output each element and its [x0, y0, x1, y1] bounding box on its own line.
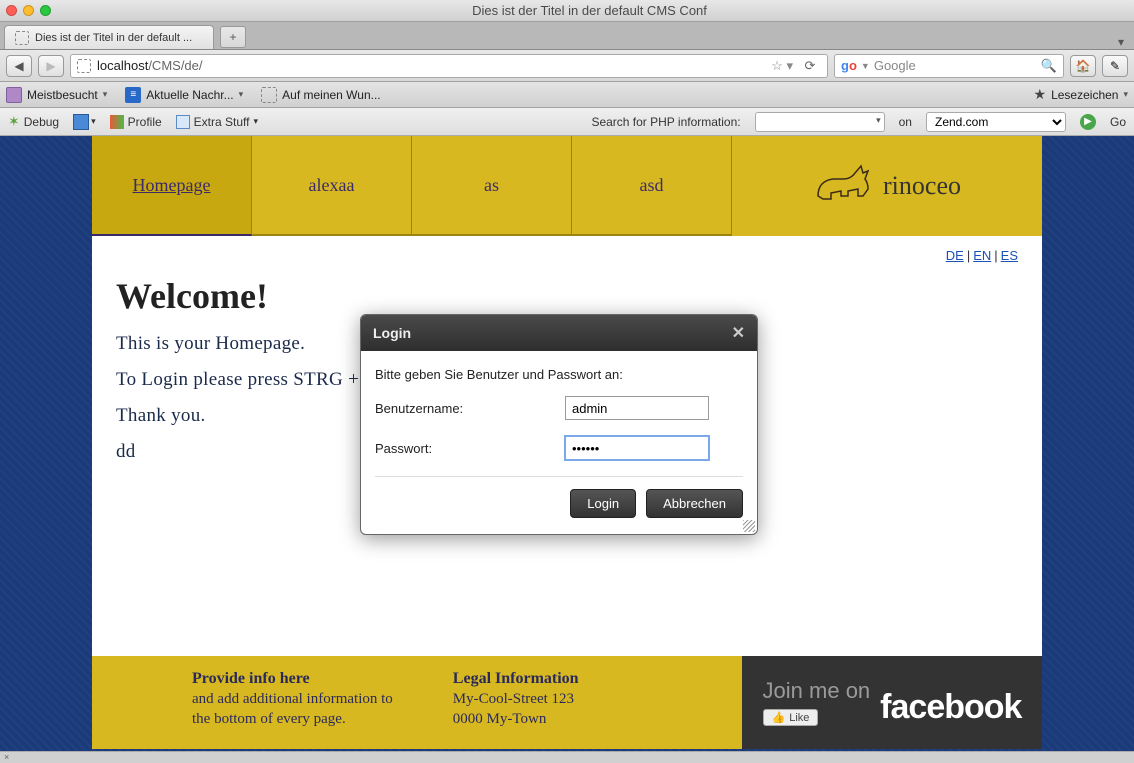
home-button[interactable]: 🏠: [1070, 55, 1096, 77]
extra-stuff-menu[interactable]: Extra Stuff ▾: [176, 115, 258, 129]
dialog-prompt: Bitte geben Sie Benutzer und Passwort an…: [375, 367, 743, 382]
tab-title: Dies ist der Titel in der default ...: [35, 32, 192, 44]
profile-button[interactable]: Profile: [110, 115, 162, 129]
addon-button[interactable]: ✎: [1102, 55, 1128, 77]
browser-tab[interactable]: Dies ist der Titel in der default ...: [4, 25, 214, 49]
image-icon: [73, 114, 89, 130]
home-icon: 🏠: [1076, 59, 1091, 73]
login-button[interactable]: Login: [570, 489, 636, 518]
bookmarks-menu[interactable]: ★ Lesezeichen ▾: [1034, 86, 1128, 103]
star-icon: ★: [1034, 86, 1047, 103]
window-title: Dies ist der Titel in der default CMS Co…: [51, 3, 1128, 18]
go-icon[interactable]: ▶: [1080, 114, 1096, 130]
tabstrip-overflow-icon[interactable]: ▾: [1112, 35, 1130, 49]
username-input[interactable]: [565, 396, 709, 420]
url-path: /CMS/de/: [148, 58, 202, 73]
resize-grip[interactable]: [743, 520, 755, 532]
bookmark-meistbesucht[interactable]: Meistbesucht ▾: [6, 87, 107, 103]
password-label: Passwort:: [375, 441, 565, 456]
bug-icon: ✶: [8, 113, 20, 130]
url-toolbar: ◀ ▶ localhost/CMS/de/ ☆ ▾ ⟳ go ▼ Google …: [0, 50, 1134, 82]
php-search-input[interactable]: [755, 112, 885, 132]
search-placeholder: Google: [874, 58, 916, 73]
chevron-down-icon: ▾: [103, 89, 108, 100]
bookmarks-toolbar: Meistbesucht ▾ ≡ Aktuelle Nachr... ▾ Auf…: [0, 82, 1134, 108]
window-titlebar: Dies ist der Titel in der default CMS Co…: [0, 0, 1134, 22]
reload-button[interactable]: ⟳: [799, 58, 821, 74]
page-viewport: Homepage alexaa as asd rinoceo DE|EN|ES …: [0, 136, 1134, 751]
forward-button[interactable]: ▶: [38, 55, 64, 77]
username-label: Benutzername:: [375, 401, 565, 416]
developer-toolbar: ✶ Debug ▾ Profile Extra Stuff ▾ Search f…: [0, 108, 1134, 136]
profile-icon: [110, 115, 124, 129]
chevron-down-icon[interactable]: ▾: [876, 115, 881, 126]
dev-dropdown[interactable]: ▾: [73, 114, 96, 130]
most-visited-icon: [6, 87, 22, 103]
bookmark-star-icon[interactable]: ☆ ▾: [765, 58, 799, 74]
dialog-close-button[interactable]: ✕: [732, 323, 745, 343]
minimize-window-button[interactable]: [23, 5, 34, 16]
plus-icon: +: [229, 30, 236, 44]
zoom-window-button[interactable]: [40, 5, 51, 16]
addon-icon: ✎: [1110, 59, 1120, 73]
tab-strip: Dies ist der Titel in der default ... + …: [0, 22, 1134, 50]
status-bar: ×: [0, 751, 1134, 763]
chevron-down-icon: ▾: [1123, 89, 1128, 100]
debug-button[interactable]: ✶ Debug: [8, 113, 59, 130]
dialog-overlay: Login ✕ Bitte geben Sie Benutzer und Pas…: [0, 136, 1134, 751]
google-icon: go: [841, 58, 857, 73]
dashed-icon: [261, 87, 277, 103]
php-search-label: Search for PHP information:: [591, 115, 740, 129]
go-label[interactable]: Go: [1110, 115, 1126, 129]
traffic-lights: [6, 5, 51, 16]
rss-icon: ≡: [125, 87, 141, 103]
site-identity-icon[interactable]: [77, 59, 91, 73]
dialog-title: Login: [373, 325, 411, 341]
dialog-titlebar[interactable]: Login ✕: [361, 315, 757, 351]
close-window-button[interactable]: [6, 5, 17, 16]
cancel-button[interactable]: Abbrechen: [646, 489, 743, 518]
on-label: on: [899, 115, 912, 129]
address-bar[interactable]: localhost/CMS/de/ ☆ ▾ ⟳: [70, 54, 828, 78]
chevron-down-icon: ▾: [239, 89, 244, 100]
tab-favicon: [15, 31, 29, 45]
new-tab-button[interactable]: +: [220, 26, 246, 48]
bookmark-wunschliste[interactable]: Auf meinen Wun...: [261, 87, 381, 103]
search-go-icon[interactable]: 🔍: [1041, 58, 1057, 74]
status-close-icon[interactable]: ×: [4, 752, 9, 762]
chevron-down-icon: ▾: [253, 116, 258, 127]
login-dialog: Login ✕ Bitte geben Sie Benutzer und Pas…: [360, 314, 758, 535]
password-input[interactable]: [565, 436, 709, 460]
url-host: localhost: [97, 58, 148, 73]
browser-search-field[interactable]: go ▼ Google 🔍: [834, 54, 1064, 78]
php-site-select[interactable]: Zend.com: [926, 112, 1066, 132]
chevron-down-icon: ▾: [91, 116, 96, 127]
window-icon: [176, 115, 190, 129]
bookmark-aktuelle-nachrichten[interactable]: ≡ Aktuelle Nachr... ▾: [125, 87, 243, 103]
back-button[interactable]: ◀: [6, 55, 32, 77]
